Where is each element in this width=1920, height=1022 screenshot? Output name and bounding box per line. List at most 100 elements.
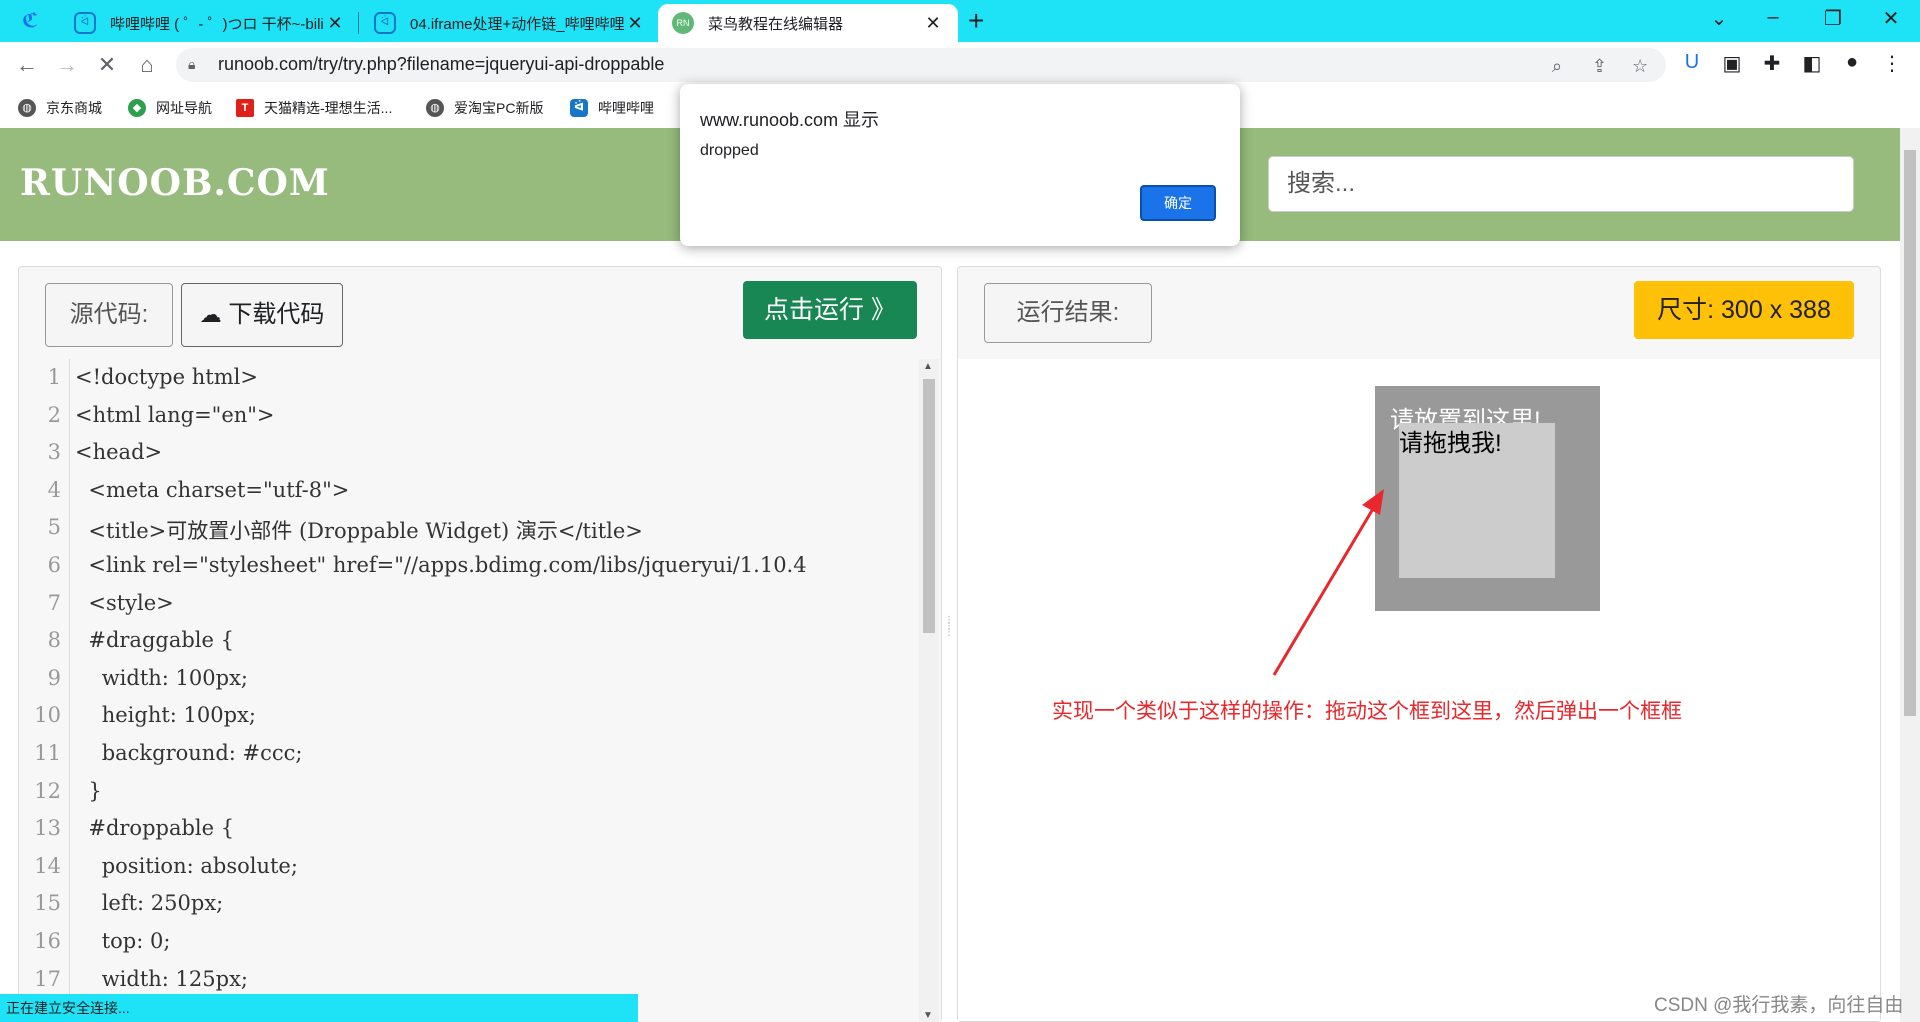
scroll-down-icon[interactable]: ▼ <box>923 1010 933 1021</box>
code-text: <style> <box>75 590 174 615</box>
minimize-icon[interactable]: – <box>1758 6 1788 29</box>
line-number: 15 <box>34 891 61 916</box>
page-scroll-thumb[interactable] <box>1904 150 1916 716</box>
result-frame: 请放置到这里! 请拖拽我! 实现一个类似于这样的操作：拖动这个框到这里，然后弹出… <box>958 359 1880 1021</box>
close-icon[interactable]: ✕ <box>624 13 646 34</box>
result-panel-header: 运行结果: 尺寸: 300 x 388 <box>958 267 1880 360</box>
source-panel-header: 源代码: ☁︎ 下载代码 点击运行 》 <box>19 267 941 360</box>
bookmark-tmall[interactable]: T 天猫精选-理想生活... <box>236 98 392 118</box>
scroll-thumb[interactable] <box>923 379 935 633</box>
profile-avatar-icon[interactable]: ● <box>1839 51 1865 74</box>
extensions-puzzle-icon[interactable]: ✚ <box>1759 51 1785 76</box>
back-icon[interactable]: ← <box>12 51 42 79</box>
code-text: width: 100px; <box>75 665 248 690</box>
code-text: <head> <box>75 440 163 465</box>
new-tab-icon[interactable]: + <box>968 6 984 36</box>
menu-kebab-icon[interactable]: ⋮ <box>1879 51 1905 76</box>
tab-strip: ℭ ᐛ 哔哩哔哩 ( ゜- ゜)つロ 干杯~-bilibili ✕ ᐛ 04.i… <box>0 0 1920 42</box>
annotation-text: 实现一个类似于这样的操作：拖动这个框到这里，然后弹出一个框框 <box>1052 700 1682 723</box>
lock-icon[interactable]: 🔒︎ <box>188 56 204 74</box>
address-bar[interactable]: 🔒︎ runoob.com/try/try.php?filename=jquer… <box>176 48 1666 82</box>
line-number: 12 <box>34 778 61 803</box>
size-badge: 尺寸: 300 x 388 <box>1634 281 1854 339</box>
download-code-button[interactable]: ☁︎ 下载代码 <box>181 283 343 347</box>
page-content: RUNOOB.COM 搜索... 源代码: ☁︎ 下载代码 点击运行 》 1 <!… <box>0 128 1900 1022</box>
extension-mask-icon[interactable]: ▣ <box>1719 51 1745 76</box>
tab-title: 菜鸟教程在线编辑器 <box>708 15 844 33</box>
source-code-label: 源代码: <box>45 283 173 347</box>
watermark: CSDN @我行我素，向往自由 <box>1654 995 1904 1016</box>
line-number: 8 <box>47 628 61 653</box>
close-icon[interactable]: ✕ <box>922 13 944 34</box>
share-icon[interactable]: ⇪ <box>1592 56 1607 77</box>
url-text: runoob.com/try/try.php?filename=jqueryui… <box>218 54 665 74</box>
line-number: 2 <box>47 402 61 427</box>
bookmark-label: 爱淘宝PC新版 <box>454 100 544 116</box>
run-button[interactable]: 点击运行 》 <box>743 281 917 339</box>
search-input[interactable]: 搜索... <box>1268 156 1854 212</box>
side-panel-icon[interactable]: ◧ <box>1799 51 1825 76</box>
line-number: 4 <box>47 477 61 502</box>
bookmark-bilibili[interactable]: ᐛ 哔哩哔哩 <box>570 98 654 118</box>
bilibili-icon: ᐛ <box>374 12 396 34</box>
runoob-icon: RN <box>672 12 694 34</box>
line-number: 13 <box>34 816 61 841</box>
bilibili-icon: ᐛ <box>74 12 96 34</box>
result-label: 运行结果: <box>984 283 1152 343</box>
tab-title: 哔哩哔哩 ( ゜- ゜)つロ 干杯~-bilibili <box>110 15 324 33</box>
line-number: 5 <box>47 515 61 540</box>
zoom-icon[interactable]: ⌕ <box>1552 56 1562 77</box>
tab-bilibili[interactable]: ᐛ 哔哩哔哩 ( ゜- ゜)つロ 干杯~-bilibili ✕ <box>60 4 360 42</box>
bookmark-star-icon[interactable]: ☆ <box>1632 56 1648 77</box>
restore-icon[interactable]: ❐ <box>1818 6 1848 31</box>
editor-scrollbar[interactable]: ▲ ▼ <box>919 359 939 1022</box>
line-number: 11 <box>34 741 61 765</box>
code-text: width: 125px; <box>75 966 248 991</box>
line-number: 3 <box>47 440 61 465</box>
bookmark-taobao[interactable]: ◍ 爱淘宝PC新版 <box>426 98 543 118</box>
line-number: 7 <box>47 590 61 615</box>
stop-loading-icon[interactable]: ✕ <box>92 51 122 79</box>
dialog-message: dropped <box>700 142 759 159</box>
globe-icon: ◍ <box>18 99 36 117</box>
status-bar: 正在建立安全连接... <box>0 994 638 1022</box>
bookmark-nav[interactable]: ◆ 网址导航 <box>128 98 212 118</box>
extension-u-icon[interactable]: U <box>1679 51 1705 74</box>
download-label: 下载代码 <box>228 301 325 328</box>
line-number: 6 <box>47 553 61 577</box>
code-text: } <box>75 778 102 803</box>
tab-runoob-editor[interactable]: RN 菜鸟教程在线编辑器 ✕ <box>658 4 958 42</box>
alert-dialog: www.runoob.com 显示 dropped 确定 <box>680 84 1240 246</box>
panel-splitter-handle[interactable]: ⋮ ⋮ ⋮ <box>944 616 954 678</box>
site-logo[interactable]: RUNOOB.COM <box>20 162 330 204</box>
scroll-up-icon[interactable]: ▲ <box>923 361 933 372</box>
bookmark-label: 天猫精选-理想生活... <box>264 100 393 116</box>
home-icon[interactable]: ⌂ <box>132 51 162 79</box>
tab-divider <box>358 12 359 34</box>
tab-search-icon[interactable]: ⌄ <box>1704 6 1734 31</box>
code-text: #droppable { <box>75 816 235 841</box>
code-text: <link rel="stylesheet" href="//apps.bdim… <box>75 553 807 577</box>
globe-icon: ◍ <box>426 99 444 117</box>
code-text: <title>可放置小部件 (Droppable Widget) 演示</tit… <box>75 519 643 544</box>
code-text: <html lang="en"> <box>75 402 275 427</box>
browser-logo-icon[interactable]: ℭ <box>22 10 48 32</box>
source-panel: 源代码: ☁︎ 下载代码 点击运行 》 1 <!doctype html> 2 <ht… <box>18 266 942 1022</box>
page-scrollbar[interactable] <box>1900 128 1920 1022</box>
forward-icon[interactable]: → <box>52 51 82 79</box>
annotation-arrow <box>1272 489 1384 676</box>
tab-title: 04.iframe处理+动作链_哔哩哔哩 <box>410 15 624 33</box>
line-number: 1 <box>47 365 61 389</box>
code-text: height: 100px; <box>75 703 256 728</box>
tab-iframe-video[interactable]: ᐛ 04.iframe处理+动作链_哔哩哔哩 ✕ <box>360 4 660 42</box>
close-icon[interactable]: ✕ <box>324 13 346 34</box>
cloud-download-icon: ☁︎ <box>199 302 222 327</box>
code-text: top: 0; <box>75 929 171 953</box>
dialog-ok-button[interactable]: 确定 <box>1140 185 1216 221</box>
code-text: left: 250px; <box>75 891 224 916</box>
bookmark-label: 京东商城 <box>46 100 102 116</box>
code-editor[interactable]: 1 <!doctype html> 2 <html lang="en"> 3 <head>… <box>19 359 941 1022</box>
result-panel: 运行结果: 尺寸: 300 x 388 请放置到这里! 请拖拽我! 实现一个类似… <box>957 266 1881 1022</box>
close-window-icon[interactable]: ✕ <box>1876 6 1906 31</box>
bookmark-jd[interactable]: ◍ 京东商城 <box>18 98 102 118</box>
